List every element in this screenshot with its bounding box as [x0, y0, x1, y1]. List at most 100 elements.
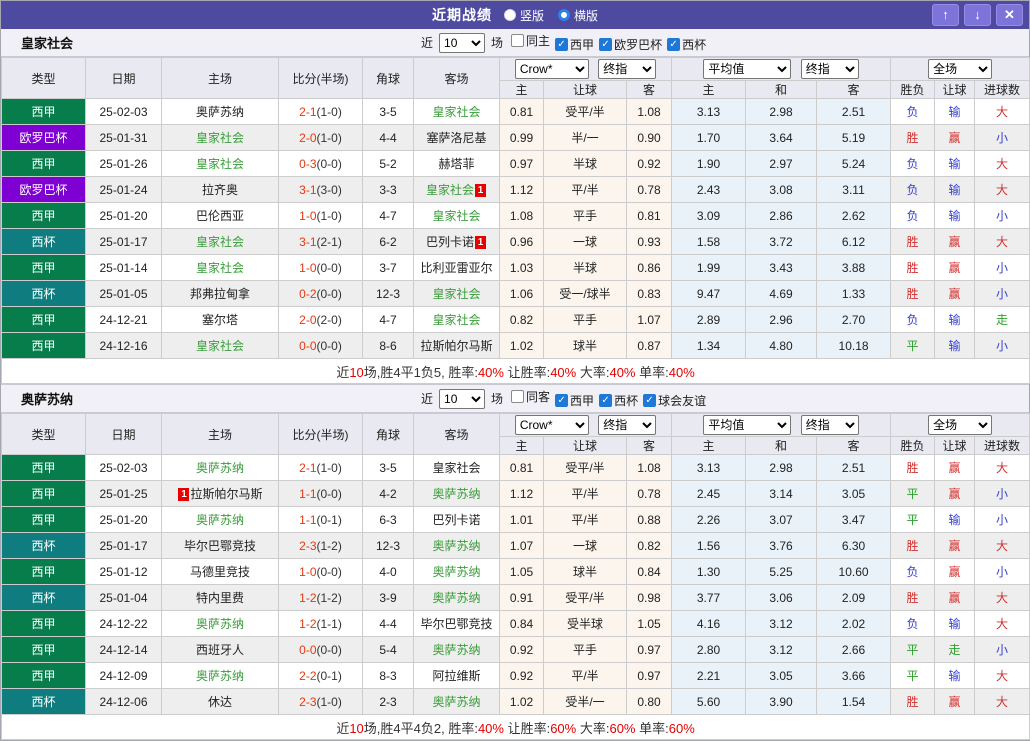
close-button[interactable]: ✕ — [996, 4, 1023, 26]
panel-title: 近期战绩 — [431, 7, 492, 23]
radio-vertical-icon[interactable] — [503, 9, 516, 21]
corner-cell: 12-3 — [362, 280, 414, 307]
radio-vertical-layout[interactable]: 竖版 — [503, 7, 544, 24]
result-wdl-cell: 负 — [890, 176, 936, 203]
window-buttons: ↑ ↓ ✕ — [932, 4, 1023, 26]
filter-checkbox-球会友谊[interactable]: ✓ 球会友谊 — [643, 392, 706, 409]
home-odds-cell: 1.02 — [499, 332, 544, 359]
league-type-cell: 西杯 — [1, 228, 86, 255]
result-wdl-cell: 胜 — [890, 280, 936, 307]
odds-final-select[interactable]: 终指 — [598, 59, 657, 79]
home-team-cell: 奥萨苏纳 — [161, 662, 279, 689]
checkbox-checked-icon[interactable]: ✓ — [555, 394, 569, 407]
home-odds-cell: 0.99 — [499, 124, 544, 151]
avg-home-odds-cell: 1.99 — [671, 254, 747, 281]
checkbox-checked-icon[interactable]: ✓ — [599, 38, 613, 51]
checkbox-checked-icon[interactable]: ✓ — [555, 38, 569, 51]
recent-count-select[interactable]: 10 — [439, 388, 486, 409]
league-type-cell: 西杯 — [1, 688, 86, 715]
col-score: 比分(半场) — [278, 57, 363, 99]
home-team-cell: 西班牙人 — [161, 636, 279, 663]
col-away: 客场 — [413, 413, 500, 455]
move-down-button[interactable]: ↓ — [964, 4, 991, 26]
away-team-cell: 皇家社会 — [413, 202, 500, 229]
col-date: 日期 — [85, 413, 162, 455]
filter-checkbox-西甲[interactable]: ✓ 西甲 — [555, 392, 594, 409]
match-row: 西甲 24-12-09 奥萨苏纳 2-2(0-1) 8-3 阿拉维斯 0.92 平/半 0.97… — [1, 662, 1030, 689]
filter-checkbox-西杯[interactable]: ✓ 西杯 — [599, 392, 638, 409]
scope-select[interactable]: 全场 — [928, 59, 993, 79]
result-goals-cell: 小 — [974, 202, 1030, 229]
move-up-button[interactable]: ↑ — [932, 4, 959, 26]
fulltime-score: 1-1 — [299, 486, 317, 501]
avg-home-odds-cell: 3.09 — [671, 202, 747, 229]
corner-cell: 6-2 — [362, 228, 414, 255]
fulltime-score: 1-2 — [299, 590, 317, 605]
home-team-cell: 奥萨苏纳 — [161, 454, 279, 481]
radio-horizontal-label: 横版 — [574, 8, 599, 23]
home-team-cell: 休达 — [161, 688, 279, 715]
corner-cell: 4-4 — [362, 124, 414, 151]
team-name-text: 阿拉维斯 — [432, 669, 481, 683]
team-name-text: 巴列卡诺 — [425, 235, 474, 249]
league-type-cell: 西甲 — [1, 610, 86, 637]
result-wdl-cell: 负 — [890, 202, 936, 229]
result-handicap-cell: 赢 — [934, 688, 976, 715]
col-home: 主场 — [161, 413, 279, 455]
corner-cell: 4-7 — [362, 306, 414, 333]
corner-cell: 12-3 — [362, 532, 414, 559]
date-cell: 25-02-03 — [85, 98, 162, 125]
recent-count-select[interactable]: 10 — [439, 32, 486, 53]
avg-away-odds-cell: 1.54 — [816, 688, 892, 715]
odds-source-select[interactable]: Crow* — [514, 415, 589, 435]
halftime-score: (0-0) — [316, 260, 342, 275]
checkbox-unchecked-icon[interactable] — [511, 390, 525, 403]
checkbox-label: 同客 — [526, 390, 551, 404]
checkbox-checked-icon[interactable]: ✓ — [667, 38, 681, 51]
fulltime-score: 0-0 — [299, 338, 317, 353]
avg-away-odds-cell: 2.70 — [816, 306, 892, 333]
result-goals-cell: 大 — [974, 176, 1030, 203]
avg-home-odds-cell: 1.90 — [671, 150, 747, 177]
date-cell: 24-12-16 — [85, 332, 162, 359]
handicap-cell: 受平/半 — [543, 98, 627, 125]
corner-cell: 3-5 — [362, 98, 414, 125]
team-name-text: 皇家社会 — [432, 209, 481, 223]
filter-checkbox-欧罗巴杯[interactable]: ✓ 欧罗巴杯 — [599, 36, 662, 53]
filter-checkbox-同主[interactable]: 同主 — [511, 32, 550, 49]
summary-segment: 60% — [668, 720, 695, 736]
avg-final-select[interactable]: 终指 — [800, 415, 859, 435]
checkbox-checked-icon[interactable]: ✓ — [643, 394, 657, 407]
avg-home-odds-cell: 1.34 — [671, 332, 747, 359]
score-cell: 1-0(0-0) — [278, 254, 363, 281]
score-cell: 2-1(1-0) — [278, 98, 363, 125]
avg-select[interactable]: 平均值 — [703, 415, 792, 435]
avg-away-odds-cell: 6.12 — [816, 228, 892, 255]
handicap-cell: 受平/半 — [543, 584, 627, 611]
odds-final-select[interactable]: 终指 — [598, 415, 657, 435]
filter-checkbox-西杯[interactable]: ✓ 西杯 — [667, 36, 706, 53]
halftime-score: (1-2) — [316, 590, 342, 605]
filter-checkbox-同客[interactable]: 同客 — [511, 388, 550, 405]
avg-select[interactable]: 平均值 — [703, 59, 792, 79]
match-row: 西甲 24-12-22 奥萨苏纳 1-2(1-1) 4-4 毕尔巴鄂竞技 0.84 受半球 1.… — [1, 610, 1030, 637]
scope-select[interactable]: 全场 — [928, 415, 993, 435]
radio-horizontal-icon[interactable] — [558, 9, 570, 21]
layout-radio-group: 竖版 横版 — [503, 7, 598, 24]
filter-checkbox-西甲[interactable]: ✓ 西甲 — [555, 36, 594, 53]
away-odds-cell: 0.97 — [625, 636, 673, 663]
score-cell: 3-1(3-0) — [278, 176, 363, 203]
corner-cell: 6-3 — [362, 506, 414, 533]
team-name-text: 皇家社会 — [195, 261, 244, 275]
odds-source-select[interactable]: Crow* — [514, 59, 589, 79]
away-team-cell: 巴列卡诺 — [413, 506, 500, 533]
checkbox-unchecked-icon[interactable] — [511, 34, 525, 47]
league-type-cell: 西甲 — [1, 332, 86, 359]
avg-final-select[interactable]: 终指 — [800, 59, 859, 79]
summary-segment: 10 — [349, 720, 364, 736]
checkbox-checked-icon[interactable]: ✓ — [599, 394, 613, 407]
home-team-cell: 邦弗拉甸拿 — [161, 280, 279, 307]
red-card-badge: 1 — [178, 488, 190, 501]
away-odds-cell: 0.92 — [625, 150, 673, 177]
radio-horizontal-layout[interactable]: 横版 — [558, 7, 598, 24]
